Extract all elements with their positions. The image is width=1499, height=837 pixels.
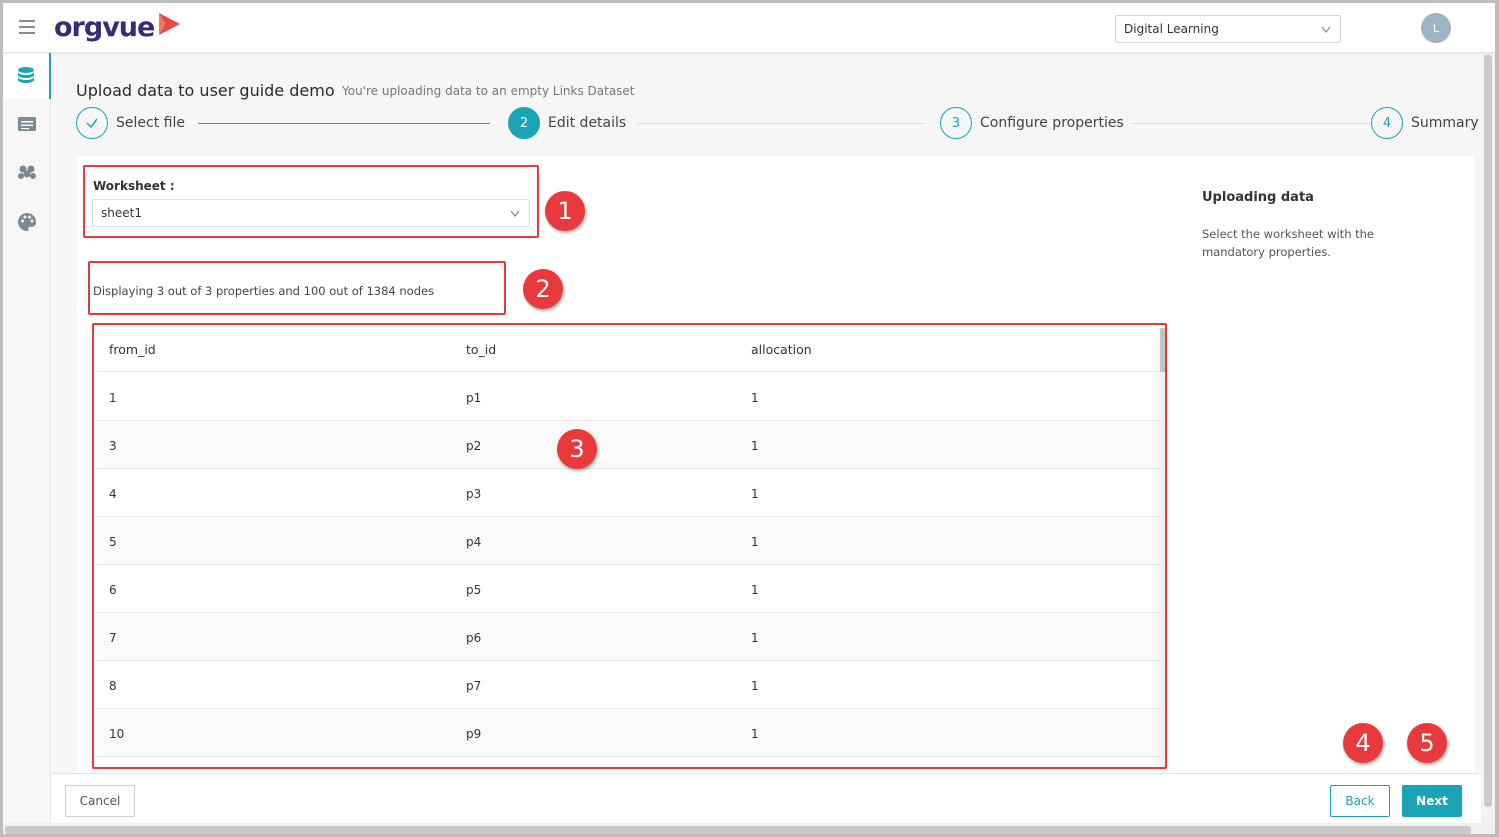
annotation-badge: 5	[1407, 723, 1447, 763]
annotation-box-worksheet	[83, 165, 539, 238]
step-circle-done	[76, 107, 108, 139]
orgvue-logo[interactable]: orgvue	[54, 9, 182, 45]
step-number: 2	[508, 107, 540, 139]
annotation-box-table	[92, 323, 1167, 769]
menu-icon[interactable]	[19, 20, 37, 34]
top-bar: orgvue Digital Learning L	[3, 3, 1495, 53]
annotation-badge: 1	[545, 191, 585, 231]
back-button[interactable]: Back	[1330, 785, 1390, 817]
annotation-box-display-text	[88, 261, 506, 315]
step-summary[interactable]: 4 Summary	[1371, 107, 1479, 139]
step-connector	[1132, 123, 1370, 124]
logo-text: orgvue	[54, 11, 155, 43]
avatar[interactable]: L	[1421, 13, 1451, 43]
page-title: Upload data to user guide demo	[76, 81, 335, 100]
annotation-badge: 4	[1343, 723, 1383, 763]
page-vertical-scrollbar[interactable]	[1481, 53, 1495, 823]
step-number: 3	[940, 107, 972, 139]
chevron-down-icon	[1321, 26, 1331, 33]
step-label: Select file	[116, 115, 185, 131]
sidebar	[3, 53, 51, 834]
database-icon	[18, 67, 34, 83]
next-button[interactable]: Next	[1402, 785, 1462, 817]
step-number: 4	[1371, 107, 1403, 139]
step-edit-details[interactable]: 2 Edit details	[508, 107, 626, 139]
sidebar-item-reports[interactable]	[3, 102, 51, 148]
step-label: Summary	[1411, 115, 1479, 131]
sidebar-item-palette[interactable]	[3, 199, 51, 245]
cancel-button[interactable]: Cancel	[65, 785, 135, 817]
people-icon	[18, 165, 36, 179]
page-horizontal-scrollbar[interactable]	[3, 823, 1495, 834]
palette-icon	[18, 212, 37, 231]
step-label: Configure properties	[980, 115, 1124, 131]
help-description: Select the worksheet with the mandatory …	[1202, 227, 1375, 259]
step-select-file[interactable]: Select file	[76, 107, 185, 139]
step-connector	[638, 123, 924, 124]
help-title: Uploading data	[1202, 190, 1314, 205]
step-label: Edit details	[548, 115, 627, 131]
check-icon	[86, 118, 98, 129]
sidebar-item-people[interactable]	[3, 150, 51, 196]
annotation-badge: 3	[557, 429, 597, 469]
step-connector-done	[198, 123, 490, 124]
avatar-initial: L	[1432, 21, 1440, 35]
app-window: orgvue Digital Learning L Upload data to…	[0, 0, 1499, 837]
page-vertical-scrollbar-thumb[interactable]	[1484, 55, 1492, 807]
footer-bar: Cancel Back Next	[52, 773, 1495, 823]
annotation-badge: 2	[523, 269, 563, 309]
step-configure-properties[interactable]: 3 Configure properties	[940, 107, 1124, 139]
dataset-select[interactable]: Digital Learning	[1115, 15, 1341, 43]
stepper: Select file 2 Edit details 3 Configure p…	[76, 107, 1479, 141]
dataset-select-value: Digital Learning	[1124, 22, 1219, 36]
page-horizontal-scrollbar-thumb[interactable]	[5, 826, 1471, 834]
sidebar-item-datasets[interactable]	[3, 53, 51, 99]
logo-mark-icon	[159, 13, 181, 35]
page-subtitle: You're uploading data to an empty Links …	[342, 84, 635, 98]
document-icon	[18, 117, 36, 131]
